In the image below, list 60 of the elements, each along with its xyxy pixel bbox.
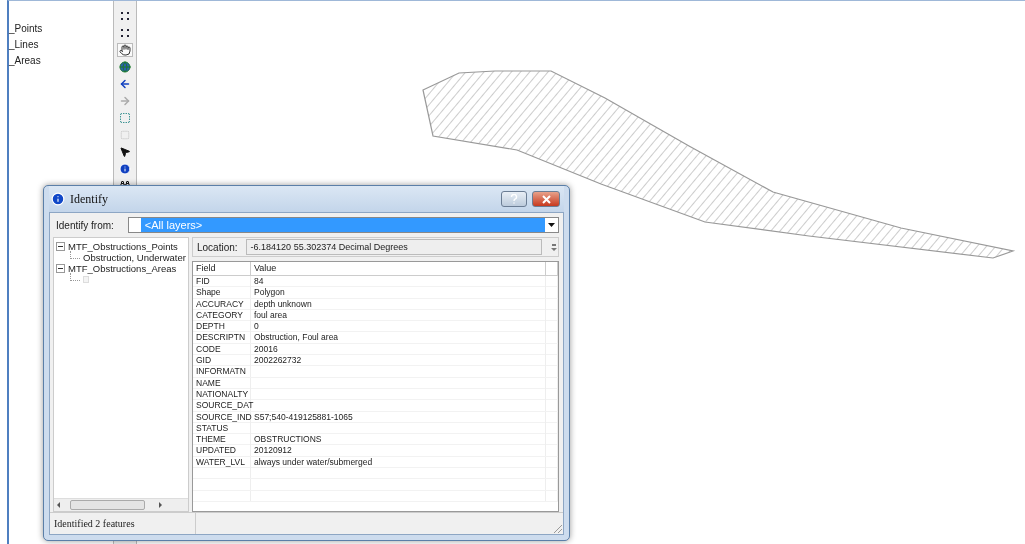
table-cell: NAME bbox=[193, 377, 251, 389]
layer-name[interactable]: _Points bbox=[9, 21, 113, 36]
table-cell: 0 bbox=[251, 321, 546, 333]
table-cell: 20016 bbox=[251, 343, 546, 355]
close-icon bbox=[541, 194, 551, 204]
table-cell: always under water/submerged bbox=[251, 456, 546, 468]
table-cell: CODE bbox=[193, 343, 251, 355]
info-icon bbox=[51, 192, 65, 206]
field-label: Identify from: bbox=[56, 219, 114, 231]
feature-marker-icon[interactable] bbox=[83, 276, 89, 283]
table-cell: FID bbox=[193, 276, 251, 287]
feature-item[interactable]: Obstruction, Underwater bbox=[83, 252, 186, 263]
pointer-icon[interactable] bbox=[117, 145, 133, 159]
caret-icon bbox=[548, 223, 555, 227]
column-header[interactable]: Field bbox=[193, 262, 251, 275]
resize-grip-icon[interactable] bbox=[551, 522, 563, 534]
table-cell: S57;540-419125881-1065 bbox=[251, 411, 546, 423]
table-cell: NATIONALTY bbox=[193, 388, 251, 400]
status-text: Identified 2 features bbox=[50, 513, 196, 534]
layer-name[interactable]: MTF_Obstructions_Areas bbox=[68, 263, 177, 274]
table-cell: depth unknown bbox=[251, 298, 546, 310]
table-cell: 2002262732 bbox=[251, 355, 546, 367]
table-cell: DESCRIPTN bbox=[193, 332, 251, 344]
table-cell: SOURCE_IND bbox=[193, 411, 251, 423]
location-field: -6.184120 55.302374 Decimal Degrees bbox=[245, 239, 542, 255]
table-cell: Shape bbox=[193, 287, 251, 299]
layer-name[interactable]: MTF_Obstructions_Points bbox=[68, 241, 178, 252]
table-cell: THEME bbox=[193, 434, 251, 446]
column-header[interactable]: Value bbox=[251, 262, 546, 275]
table-cell: UPDATED bbox=[193, 445, 251, 457]
collapse-toggle-icon[interactable] bbox=[56, 242, 65, 251]
table-cell: OBSTRUCTIONS bbox=[251, 434, 546, 446]
field-label: Location: bbox=[197, 241, 238, 253]
layer-name[interactable]: _Lines bbox=[9, 37, 113, 52]
close-button[interactable] bbox=[532, 191, 560, 207]
table-cell: WATER_LVL bbox=[193, 456, 251, 468]
table-cell: Obstruction, Foul area bbox=[251, 332, 546, 344]
tree-branch-icon bbox=[70, 273, 80, 281]
select-features-icon[interactable] bbox=[117, 111, 133, 125]
table-cell: GID bbox=[193, 355, 251, 367]
info-icon[interactable] bbox=[117, 162, 133, 176]
collapse-toggle-icon[interactable] bbox=[56, 264, 65, 273]
table-cell: ACCURACY bbox=[193, 298, 251, 310]
help-button[interactable] bbox=[501, 191, 527, 207]
location-options-icon[interactable] bbox=[550, 243, 558, 251]
table-cell: 20120912 bbox=[251, 445, 546, 457]
layer-name[interactable]: _Areas bbox=[9, 53, 113, 68]
table-cell: INFORMATN bbox=[193, 366, 251, 378]
window-title: Identify bbox=[70, 191, 109, 207]
table-cell: 84 bbox=[251, 276, 546, 287]
table-cell: DEPTH bbox=[193, 321, 251, 333]
globe-icon[interactable] bbox=[117, 60, 133, 74]
table-cell: STATUS bbox=[193, 422, 251, 434]
table-cell: Polygon bbox=[251, 287, 546, 299]
pan-hand-icon[interactable] bbox=[117, 43, 133, 57]
table-cell: CATEGORY bbox=[193, 309, 251, 321]
help-icon bbox=[510, 194, 518, 204]
tree-branch-icon bbox=[70, 251, 80, 259]
horizontal-scrollbar[interactable] bbox=[54, 498, 188, 511]
table-cell: foul area bbox=[251, 309, 546, 321]
